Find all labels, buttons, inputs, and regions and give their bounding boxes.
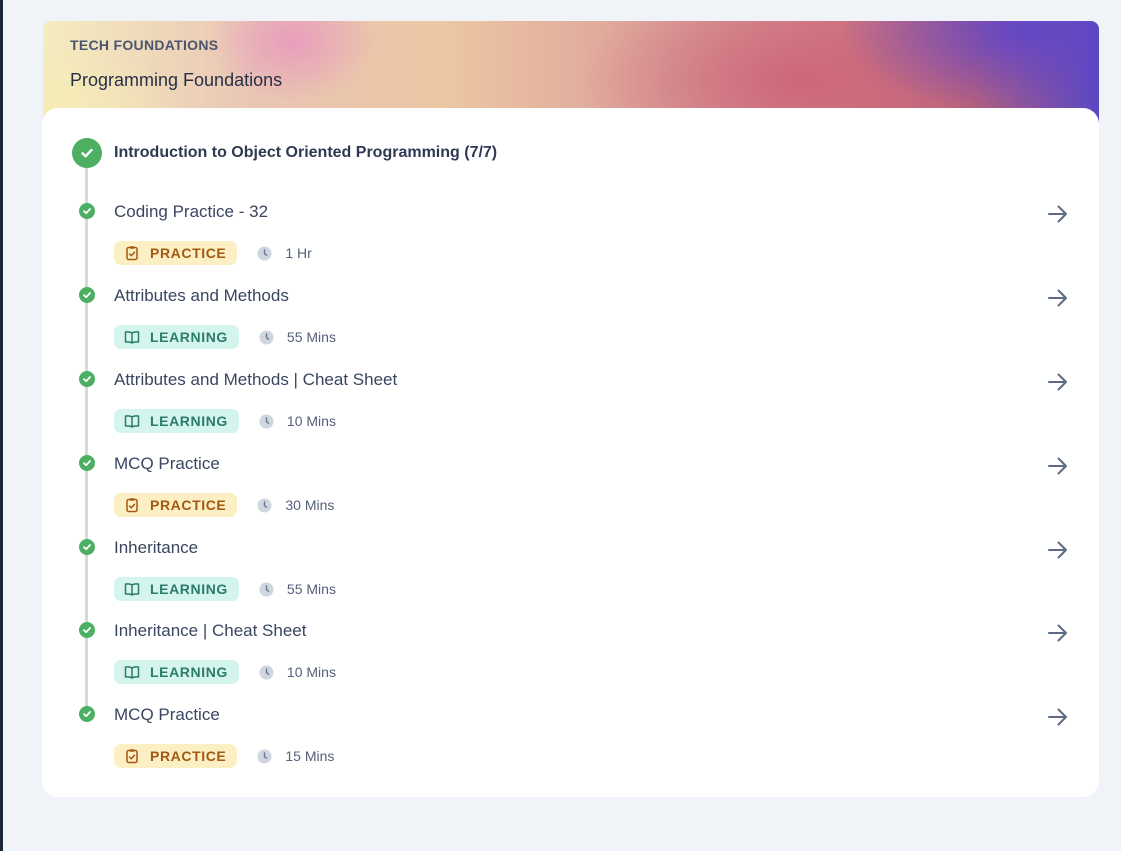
item-meta: LEARNING 55 Mins bbox=[114, 577, 336, 601]
clock-icon bbox=[257, 749, 272, 764]
clipboard-check-icon bbox=[124, 748, 140, 764]
item-type-label: LEARNING bbox=[150, 413, 228, 429]
list-item[interactable]: Coding Practice - 32 PRACTICE 1 Hr bbox=[42, 202, 1099, 286]
item-title[interactable]: Attributes and Methods | Cheat Sheet bbox=[114, 370, 397, 390]
clock-icon bbox=[259, 582, 274, 597]
clock-icon bbox=[259, 665, 274, 680]
item-title[interactable]: Attributes and Methods bbox=[114, 286, 289, 306]
clock-icon bbox=[257, 498, 272, 513]
clock-icon bbox=[259, 330, 274, 345]
check-icon bbox=[79, 371, 95, 387]
module-header[interactable]: Introduction to Object Oriented Programm… bbox=[72, 138, 497, 168]
clock-icon bbox=[259, 414, 274, 429]
module-title: Introduction to Object Oriented Programm… bbox=[114, 144, 498, 161]
check-icon bbox=[79, 539, 95, 555]
arrow-right-icon[interactable] bbox=[1046, 371, 1070, 393]
item-meta: LEARNING 10 Mins bbox=[114, 409, 336, 433]
item-title[interactable]: Coding Practice - 32 bbox=[114, 202, 268, 222]
item-type-label: LEARNING bbox=[150, 664, 228, 680]
item-meta: PRACTICE 30 Mins bbox=[114, 493, 334, 517]
check-icon bbox=[79, 287, 95, 303]
check-icon bbox=[79, 622, 95, 638]
clock-icon bbox=[257, 246, 272, 261]
arrow-right-icon[interactable] bbox=[1046, 539, 1070, 561]
item-type-label: LEARNING bbox=[150, 329, 228, 345]
arrow-right-icon[interactable] bbox=[1046, 287, 1070, 309]
item-type-tag: PRACTICE bbox=[114, 241, 238, 265]
item-duration: 1 Hr bbox=[285, 245, 312, 261]
item-title[interactable]: MCQ Practice bbox=[114, 454, 220, 474]
item-meta: PRACTICE 1 Hr bbox=[114, 241, 312, 265]
course-card: TECH FOUNDATIONS Programming Foundations… bbox=[42, 17, 1099, 797]
item-type-tag: LEARNING bbox=[114, 409, 239, 433]
module-content-panel: Introduction to Object Oriented Programm… bbox=[42, 108, 1099, 797]
item-meta: PRACTICE 15 Mins bbox=[114, 744, 334, 768]
check-icon bbox=[79, 455, 95, 471]
item-duration: 55 Mins bbox=[286, 329, 336, 345]
arrow-right-icon[interactable] bbox=[1046, 203, 1070, 225]
arrow-right-icon[interactable] bbox=[1046, 455, 1070, 477]
item-type-label: PRACTICE bbox=[150, 497, 227, 513]
item-duration: 10 Mins bbox=[286, 413, 336, 429]
list-item[interactable]: Inheritance | Cheat Sheet LEARNING 10 Mi… bbox=[42, 621, 1099, 705]
item-duration: 55 Mins bbox=[286, 581, 336, 597]
item-duration: 10 Mins bbox=[286, 664, 336, 680]
item-type-label: PRACTICE bbox=[150, 245, 227, 261]
clipboard-check-icon bbox=[124, 497, 140, 513]
book-open-icon bbox=[124, 664, 140, 680]
book-open-icon bbox=[124, 329, 140, 345]
clipboard-check-icon bbox=[124, 245, 140, 261]
item-type-label: PRACTICE bbox=[150, 748, 227, 764]
list-item[interactable]: Attributes and Methods | Cheat Sheet LEA… bbox=[42, 370, 1099, 454]
course-category: TECH FOUNDATIONS bbox=[70, 37, 219, 53]
item-duration: 30 Mins bbox=[285, 497, 335, 513]
arrow-right-icon[interactable] bbox=[1046, 706, 1070, 728]
item-type-tag: PRACTICE bbox=[114, 493, 238, 517]
check-circle-icon bbox=[72, 138, 102, 168]
check-icon bbox=[79, 203, 95, 219]
list-item[interactable]: MCQ Practice PRACTICE 30 Mins bbox=[42, 454, 1099, 538]
item-type-tag: LEARNING bbox=[114, 577, 239, 601]
book-open-icon bbox=[124, 581, 140, 597]
item-meta: LEARNING 10 Mins bbox=[114, 660, 336, 684]
arrow-right-icon[interactable] bbox=[1046, 622, 1070, 644]
list-item[interactable]: MCQ Practice PRACTICE 15 Mins bbox=[42, 705, 1099, 789]
list-item[interactable]: Attributes and Methods LEARNING 55 Mins bbox=[42, 286, 1099, 370]
item-type-label: LEARNING bbox=[150, 581, 228, 597]
course-title: Programming Foundations bbox=[70, 70, 283, 90]
book-open-icon bbox=[124, 413, 140, 429]
item-type-tag: PRACTICE bbox=[114, 744, 238, 768]
item-title[interactable]: Inheritance bbox=[114, 538, 198, 558]
item-title[interactable]: MCQ Practice bbox=[114, 705, 220, 725]
item-type-tag: LEARNING bbox=[114, 660, 239, 684]
item-duration: 15 Mins bbox=[285, 748, 335, 764]
item-type-tag: LEARNING bbox=[114, 325, 239, 349]
item-title[interactable]: Inheritance | Cheat Sheet bbox=[114, 621, 307, 641]
list-item[interactable]: Inheritance LEARNING 55 Mins bbox=[42, 538, 1099, 622]
page-frame: TECH FOUNDATIONS Programming Foundations… bbox=[0, 0, 1121, 851]
check-icon bbox=[79, 706, 95, 722]
item-meta: LEARNING 55 Mins bbox=[114, 325, 336, 349]
